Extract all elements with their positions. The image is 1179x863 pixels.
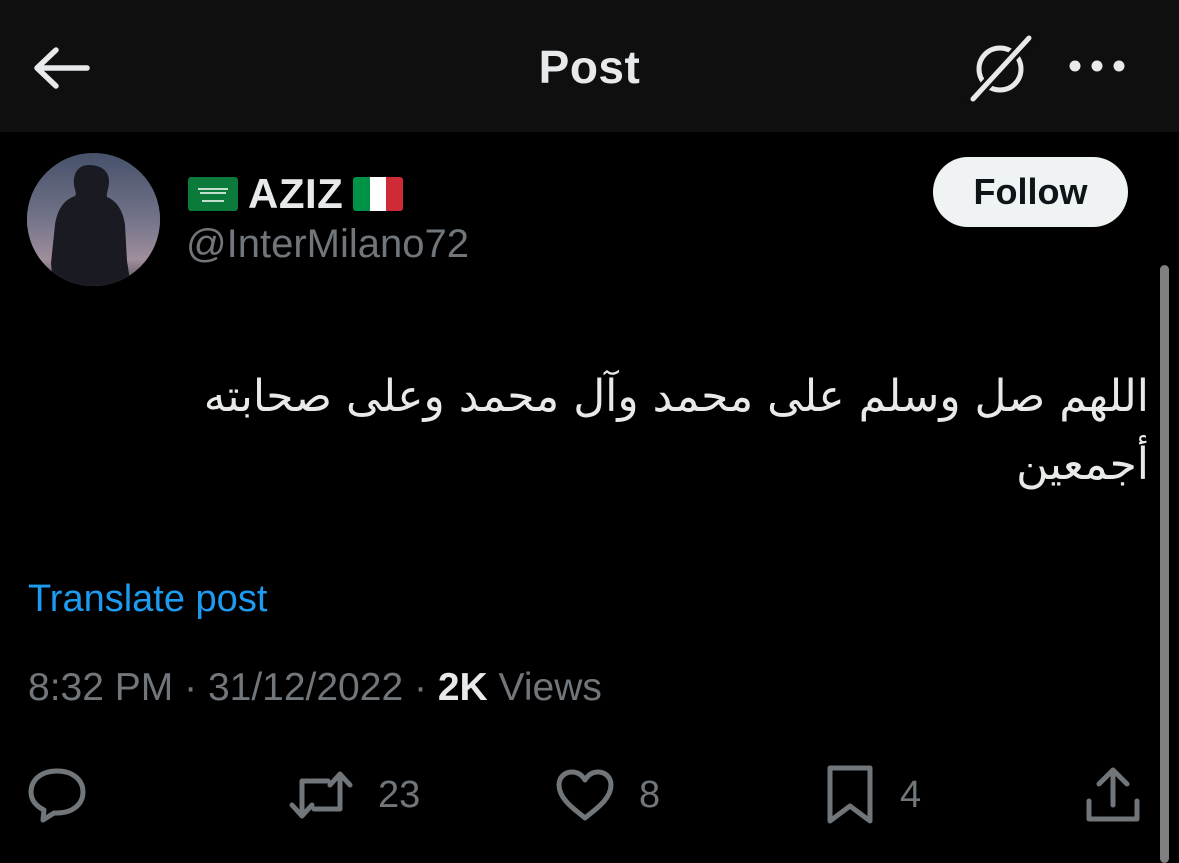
post-date[interactable]: 31/12/2022 xyxy=(208,666,403,709)
grok-button[interactable] xyxy=(962,30,1038,106)
post-time[interactable]: 8:32 PM xyxy=(28,666,173,709)
bookmark-icon xyxy=(827,765,873,824)
meta-separator: · xyxy=(184,666,198,709)
views-count[interactable]: 2K xyxy=(438,666,488,709)
bookmark-count: 4 xyxy=(900,773,922,816)
views-label: Views xyxy=(498,666,602,709)
action-bar: 23 8 4 xyxy=(0,760,1179,830)
author-display-name: AZIZ xyxy=(248,170,344,217)
share-button[interactable] xyxy=(1084,760,1142,830)
scrollbar[interactable] xyxy=(1160,265,1169,863)
grok-icon xyxy=(967,33,1035,103)
follow-button[interactable]: Follow xyxy=(933,157,1128,227)
repost-icon xyxy=(289,771,353,819)
heart-icon xyxy=(556,769,614,821)
post-meta: 8:32 PM · 31/12/2022 · 2K Views xyxy=(28,666,602,710)
reply-button[interactable] xyxy=(26,760,112,830)
saudi-arabia-flag-icon xyxy=(188,177,238,211)
more-horizontal-icon xyxy=(1069,60,1125,72)
share-icon xyxy=(1086,767,1140,822)
like-count: 8 xyxy=(639,773,661,816)
top-bar: Post xyxy=(0,0,1179,132)
bookmark-button[interactable]: 4 xyxy=(824,760,921,830)
more-options-button[interactable] xyxy=(1062,44,1132,88)
avatar[interactable] xyxy=(27,153,160,286)
italy-flag-icon xyxy=(353,177,404,211)
meta-separator: · xyxy=(413,666,427,709)
post-text: اللهم صل وسلم على محمد وآل محمد وعلى صحا… xyxy=(189,371,1149,490)
like-button[interactable]: 8 xyxy=(555,760,660,830)
author-handle[interactable]: @InterMilano72 xyxy=(186,222,469,267)
author-name-row[interactable]: AZIZ xyxy=(188,166,404,222)
translate-post-link[interactable]: Translate post xyxy=(28,578,267,621)
repost-count: 23 xyxy=(378,773,421,816)
avatar-silhouette-image xyxy=(27,153,160,286)
repost-button[interactable]: 23 xyxy=(288,760,420,830)
reply-icon xyxy=(28,768,86,823)
